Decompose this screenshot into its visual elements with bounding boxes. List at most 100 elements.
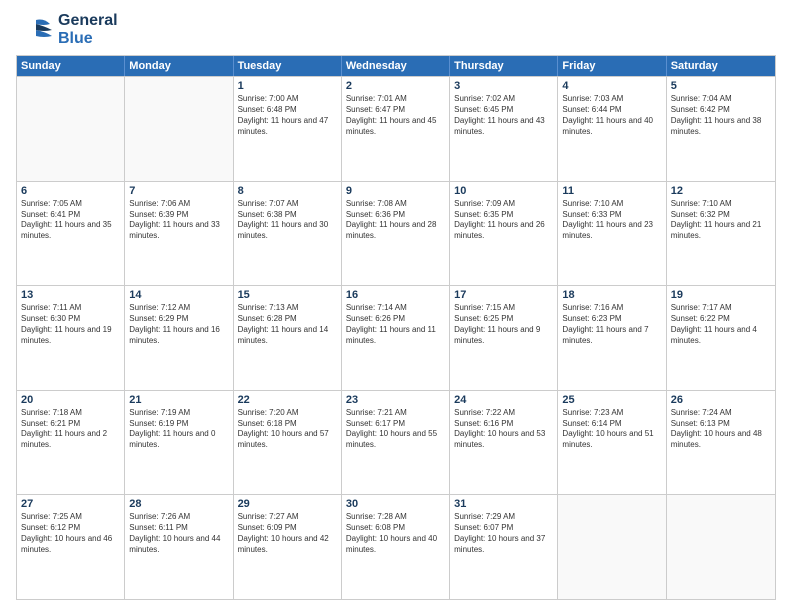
day-content-30: Sunrise: 7:28 AMSunset: 6:08 PMDaylight:…: [346, 512, 445, 555]
day-number-29: 29: [238, 498, 337, 510]
day-content-23: Sunrise: 7:21 AMSunset: 6:17 PMDaylight:…: [346, 408, 445, 451]
day-content-5: Sunrise: 7:04 AMSunset: 6:42 PMDaylight:…: [671, 94, 771, 137]
header: General Blue: [16, 12, 776, 47]
day-content-8: Sunrise: 7:07 AMSunset: 6:38 PMDaylight:…: [238, 199, 337, 242]
day-content-19: Sunrise: 7:17 AMSunset: 6:22 PMDaylight:…: [671, 303, 771, 346]
day-number-4: 4: [562, 80, 661, 92]
day-number-2: 2: [346, 80, 445, 92]
day-number-7: 7: [129, 185, 228, 197]
day-number-17: 17: [454, 289, 553, 301]
day-8: 8 Sunrise: 7:07 AMSunset: 6:38 PMDaylight…: [234, 182, 342, 286]
day-content-1: Sunrise: 7:00 AMSunset: 6:48 PMDaylight:…: [238, 94, 337, 137]
week-row-2: 6 Sunrise: 7:05 AMSunset: 6:41 PMDaylight…: [17, 181, 775, 286]
day-2: 2 Sunrise: 7:01 AMSunset: 6:47 PMDaylight…: [342, 77, 450, 181]
day-29: 29 Sunrise: 7:27 AMSunset: 6:09 PMDayligh…: [234, 495, 342, 599]
day-number-14: 14: [129, 289, 228, 301]
day-content-9: Sunrise: 7:08 AMSunset: 6:36 PMDaylight:…: [346, 199, 445, 242]
day-content-14: Sunrise: 7:12 AMSunset: 6:29 PMDaylight:…: [129, 303, 228, 346]
day-content-28: Sunrise: 7:26 AMSunset: 6:11 PMDaylight:…: [129, 512, 228, 555]
day-content-16: Sunrise: 7:14 AMSunset: 6:26 PMDaylight:…: [346, 303, 445, 346]
day-content-2: Sunrise: 7:01 AMSunset: 6:47 PMDaylight:…: [346, 94, 445, 137]
day-number-9: 9: [346, 185, 445, 197]
day-content-3: Sunrise: 7:02 AMSunset: 6:45 PMDaylight:…: [454, 94, 553, 137]
day-number-24: 24: [454, 394, 553, 406]
day-number-22: 22: [238, 394, 337, 406]
day-content-13: Sunrise: 7:11 AMSunset: 6:30 PMDaylight:…: [21, 303, 120, 346]
header-saturday: Saturday: [667, 56, 775, 76]
day-content-25: Sunrise: 7:23 AMSunset: 6:14 PMDaylight:…: [562, 408, 661, 451]
logo-icon: [16, 16, 54, 44]
day-content-12: Sunrise: 7:10 AMSunset: 6:32 PMDaylight:…: [671, 199, 771, 242]
header-tuesday: Tuesday: [234, 56, 342, 76]
day-number-30: 30: [346, 498, 445, 510]
day-number-5: 5: [671, 80, 771, 92]
day-number-13: 13: [21, 289, 120, 301]
day-5: 5 Sunrise: 7:04 AMSunset: 6:42 PMDaylight…: [667, 77, 775, 181]
week-row-5: 27Sunrise: 7:25 AMSunset: 6:12 PMDayligh…: [17, 494, 775, 599]
logo-blue-text: Blue: [58, 30, 118, 48]
day-content-15: Sunrise: 7:13 AMSunset: 6:28 PMDaylight:…: [238, 303, 337, 346]
day-number-20: 20: [21, 394, 120, 406]
day-number-15: 15: [238, 289, 337, 301]
empty-cell: [558, 495, 666, 599]
day-number-21: 21: [129, 394, 228, 406]
day-content-6: Sunrise: 7:05 AMSunset: 6:41 PMDaylight:…: [21, 199, 120, 242]
day-1: 1 Sunrise: 7:00 AMSunset: 6:48 PMDaylight…: [234, 77, 342, 181]
day-12: 12 Sunrise: 7:10 AMSunset: 6:32 PMDayligh…: [667, 182, 775, 286]
day-number-31: 31: [454, 498, 553, 510]
header-wednesday: Wednesday: [342, 56, 450, 76]
day-number-1: 1: [238, 80, 337, 92]
day-24: 24 Sunrise: 7:22 AMSunset: 6:16 PMDayligh…: [450, 391, 558, 495]
day-4: 4 Sunrise: 7:03 AMSunset: 6:44 PMDaylight…: [558, 77, 666, 181]
day-number-12: 12: [671, 185, 771, 197]
day-number-16: 16: [346, 289, 445, 301]
header-monday: Monday: [125, 56, 233, 76]
day-28: 28Sunrise: 7:26 AMSunset: 6:11 PMDayligh…: [125, 495, 233, 599]
day-content-24: Sunrise: 7:22 AMSunset: 6:16 PMDaylight:…: [454, 408, 553, 451]
day-content-29: Sunrise: 7:27 AMSunset: 6:09 PMDaylight:…: [238, 512, 337, 555]
calendar-body: 1 Sunrise: 7:00 AMSunset: 6:48 PMDaylight…: [17, 76, 775, 599]
day-content-22: Sunrise: 7:20 AMSunset: 6:18 PMDaylight:…: [238, 408, 337, 451]
day-content-18: Sunrise: 7:16 AMSunset: 6:23 PMDaylight:…: [562, 303, 661, 346]
day-content-17: Sunrise: 7:15 AMSunset: 6:25 PMDaylight:…: [454, 303, 553, 346]
week-row-3: 13 Sunrise: 7:11 AMSunset: 6:30 PMDayligh…: [17, 285, 775, 390]
day-17: 17 Sunrise: 7:15 AMSunset: 6:25 PMDayligh…: [450, 286, 558, 390]
day-number-18: 18: [562, 289, 661, 301]
day-number-11: 11: [562, 185, 661, 197]
day-number-25: 25: [562, 394, 661, 406]
day-30: 30 Sunrise: 7:28 AMSunset: 6:08 PMDayligh…: [342, 495, 450, 599]
page: General Blue Sunday Monday Tuesday Wedne…: [0, 0, 792, 612]
day-13: 13 Sunrise: 7:11 AMSunset: 6:30 PMDayligh…: [17, 286, 125, 390]
day-6: 6 Sunrise: 7:05 AMSunset: 6:41 PMDaylight…: [17, 182, 125, 286]
day-number-8: 8: [238, 185, 337, 197]
empty-cell: [125, 77, 233, 181]
day-23: 23 Sunrise: 7:21 AMSunset: 6:17 PMDayligh…: [342, 391, 450, 495]
day-20: 20Sunrise: 7:18 AMSunset: 6:21 PMDayligh…: [17, 391, 125, 495]
day-21: 21Sunrise: 7:19 AMSunset: 6:19 PMDayligh…: [125, 391, 233, 495]
logo-general-text: General: [58, 12, 118, 30]
day-10: 10Sunrise: 7:09 AMSunset: 6:35 PMDayligh…: [450, 182, 558, 286]
day-number-6: 6: [21, 185, 120, 197]
day-content-10: Sunrise: 7:09 AMSunset: 6:35 PMDaylight:…: [454, 199, 553, 242]
day-26: 26Sunrise: 7:24 AMSunset: 6:13 PMDayligh…: [667, 391, 775, 495]
header-friday: Friday: [558, 56, 666, 76]
day-3: 3Sunrise: 7:02 AMSunset: 6:45 PMDaylight…: [450, 77, 558, 181]
day-7: 7 Sunrise: 7:06 AMSunset: 6:39 PMDaylight…: [125, 182, 233, 286]
week-row-1: 1 Sunrise: 7:00 AMSunset: 6:48 PMDaylight…: [17, 76, 775, 181]
day-16: 16 Sunrise: 7:14 AMSunset: 6:26 PMDayligh…: [342, 286, 450, 390]
day-9: 9 Sunrise: 7:08 AMSunset: 6:36 PMDaylight…: [342, 182, 450, 286]
day-31: 31Sunrise: 7:29 AMSunset: 6:07 PMDayligh…: [450, 495, 558, 599]
day-content-4: Sunrise: 7:03 AMSunset: 6:44 PMDaylight:…: [562, 94, 661, 137]
day-18: 18 Sunrise: 7:16 AMSunset: 6:23 PMDayligh…: [558, 286, 666, 390]
day-25: 25 Sunrise: 7:23 AMSunset: 6:14 PMDayligh…: [558, 391, 666, 495]
calendar-header: Sunday Monday Tuesday Wednesday Thursday…: [17, 56, 775, 76]
day-number-23: 23: [346, 394, 445, 406]
day-19: 19 Sunrise: 7:17 AMSunset: 6:22 PMDayligh…: [667, 286, 775, 390]
day-content-7: Sunrise: 7:06 AMSunset: 6:39 PMDaylight:…: [129, 199, 228, 242]
day-11: 11Sunrise: 7:10 AMSunset: 6:33 PMDayligh…: [558, 182, 666, 286]
day-22: 22 Sunrise: 7:20 AMSunset: 6:18 PMDayligh…: [234, 391, 342, 495]
day-15: 15 Sunrise: 7:13 AMSunset: 6:28 PMDayligh…: [234, 286, 342, 390]
day-number-19: 19: [671, 289, 771, 301]
empty-cell: [667, 495, 775, 599]
calendar: Sunday Monday Tuesday Wednesday Thursday…: [16, 55, 776, 600]
